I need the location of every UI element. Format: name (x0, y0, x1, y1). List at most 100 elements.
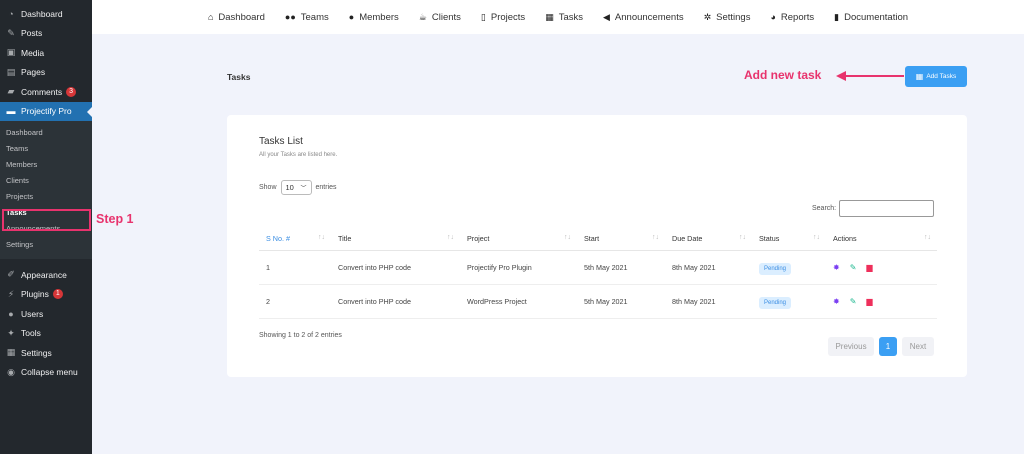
sidebar-item-dashboard[interactable]: ◔ Dashboard (0, 4, 92, 24)
status-badge: Pending (759, 262, 792, 275)
submenu-item-teams[interactable]: Teams (0, 141, 92, 157)
pages-icon: ▤ (6, 66, 16, 77)
nav-settings[interactable]: ✲ Settings (704, 12, 751, 23)
column-header-start[interactable]: Start ↑↓ (577, 228, 665, 251)
delete-trash-icon[interactable]: ▆ (866, 297, 872, 306)
submenu-item-clients[interactable]: Clients (0, 173, 92, 189)
projectify-submenu: Dashboard Teams Members Clients Projects… (0, 121, 92, 259)
column-header-title[interactable]: Title ↑↓ (331, 228, 460, 251)
sort-icon: ↑↓ (739, 234, 746, 242)
submenu-item-dashboard[interactable]: Dashboard (0, 125, 92, 141)
sidebar-item-users[interactable]: ● Users (0, 304, 92, 324)
sidebar-item-label: Tools (21, 328, 41, 339)
gears-icon: ✲ (703, 11, 712, 22)
column-label: Project (467, 234, 490, 244)
cell-start: 5th May 2021 (577, 284, 665, 319)
nav-tasks[interactable]: ▦ Tasks (545, 12, 583, 23)
table-search: Search: (812, 200, 935, 217)
column-header-project[interactable]: Project ↑↓ (460, 228, 577, 251)
cell-actions: ✸ ✎ ▆ (826, 284, 937, 319)
user-cog-icon: ● (348, 12, 355, 22)
nav-clients[interactable]: ☕ Clients (419, 12, 461, 23)
sidebar-item-pages[interactable]: ▤ Pages (0, 63, 92, 83)
sidebar-item-tools[interactable]: ✦ Tools (0, 324, 92, 344)
column-header-actions[interactable]: Actions ↑↓ (826, 228, 937, 251)
pie-chart-icon: ◕ (770, 12, 776, 22)
sidebar-item-label: Collapse menu (21, 367, 78, 378)
nav-reports[interactable]: ◕ Reports (770, 12, 814, 23)
sidebar-item-label: Settings (21, 347, 52, 358)
column-label: Start (584, 234, 600, 244)
nav-projects[interactable]: ▯ Projects (481, 12, 525, 23)
edit-pencil-icon[interactable]: ✎ (850, 297, 857, 306)
column-header-due-date[interactable]: Due Date ↑↓ (665, 228, 752, 251)
sort-icon: ↑↓ (652, 234, 659, 242)
user-icon: ● (8, 308, 14, 319)
nav-teams[interactable]: ●● Teams (285, 12, 329, 23)
sidebar-item-media[interactable]: ▣ Media (0, 43, 92, 63)
tasks-table: S No. # ↑↓ Title ↑↓ Project ↑↓ Start ↑↓ Due … (259, 228, 937, 319)
sort-icon: ↑↓ (564, 234, 571, 242)
nav-dashboard[interactable]: ⌂ Dashboard (208, 12, 265, 23)
sidebar-item-label: Projectify Pro (21, 106, 72, 117)
edit-pencil-icon[interactable]: ✎ (850, 263, 857, 272)
nav-label: Teams (300, 11, 329, 23)
entries-select[interactable]: 10 ﹀ (280, 180, 312, 195)
sort-icon: ↑↓ (924, 234, 931, 242)
nav-documentation[interactable]: ▮ Documentation (834, 12, 908, 23)
sidebar-item-posts[interactable]: ✎ Posts (0, 24, 92, 44)
column-header-status[interactable]: Status ↑↓ (752, 228, 826, 251)
add-tasks-label: Add Tasks (926, 73, 957, 80)
table-row: 2 Convert into PHP code WordPress Projec… (259, 284, 937, 319)
search-input[interactable] (839, 200, 935, 217)
top-navigation: ⌂ Dashboard ●● Teams ● Members ☕ Clients ▯ Pr… (92, 0, 1024, 34)
pagination-page-button[interactable]: 1 (879, 337, 897, 356)
pagination-previous-button[interactable]: Previous (828, 337, 874, 356)
pagination-next-button[interactable]: Next (902, 337, 934, 356)
sidebar-item-label: Appearance (21, 269, 67, 280)
clipboard-icon: ▯ (480, 11, 486, 22)
sidebar-item-appearance[interactable]: ✐ Appearance (0, 265, 92, 285)
nav-label: Members (359, 11, 399, 23)
column-header-sno[interactable]: S No. # ↑↓ (259, 228, 331, 251)
submenu-item-projects[interactable]: Projects (0, 189, 92, 205)
submenu-item-settings[interactable]: Settings (0, 237, 92, 253)
nav-label: Documentation (844, 11, 909, 23)
book-icon: ▮ (834, 11, 840, 22)
users-icon: ●● (284, 12, 296, 22)
media-icon: ▣ (6, 47, 16, 58)
nav-announcements[interactable]: ◀ Announcements (603, 12, 684, 23)
cell-actions: ✸ ✎ ▆ (826, 250, 937, 285)
column-label: Actions (833, 234, 857, 244)
nav-label: Tasks (558, 11, 583, 23)
cell-title: Convert into PHP code (331, 250, 460, 285)
show-label: Show (259, 184, 277, 191)
view-gear-icon[interactable]: ✸ (833, 297, 840, 306)
sidebar-item-plugins[interactable]: ⚡ Plugins 1 (0, 285, 92, 305)
cell-status: Pending (752, 284, 826, 319)
entries-value: 10 (285, 183, 294, 192)
annotation-arrow-icon (836, 71, 904, 81)
view-gear-icon[interactable]: ✸ (833, 263, 840, 272)
sidebar-top-group: ◔ Dashboard ✎ Posts ▣ Media ▤ Pages ▰ Comment… (0, 0, 92, 121)
submenu-item-members[interactable]: Members (0, 157, 92, 173)
status-badge: Pending (759, 296, 792, 309)
sidebar-item-comments[interactable]: ▰ Comments 3 (0, 82, 92, 102)
table-info: Showing 1 to 2 of 2 entries (259, 332, 342, 339)
sidebar-collapse-menu[interactable]: ◉ Collapse menu (0, 363, 92, 383)
cell-due-date: 8th May 2021 (665, 284, 752, 319)
cell-start: 5th May 2021 (577, 250, 665, 285)
sidebar-item-label: Dashboard (21, 8, 63, 19)
nav-label: Dashboard (218, 11, 265, 23)
megaphone-icon: ◀ (603, 11, 610, 22)
table-header-row: S No. # ↑↓ Title ↑↓ Project ↑↓ Start ↑↓ Due … (259, 228, 937, 251)
plugins-count-badge: 1 (52, 289, 63, 300)
add-tasks-button[interactable]: ▦ Add Tasks (905, 66, 967, 87)
sidebar-item-projectify-pro[interactable]: ▬ Projectify Pro (0, 101, 92, 121)
delete-trash-icon[interactable]: ▆ (866, 263, 872, 272)
cell-project: WordPress Project (460, 284, 577, 319)
sidebar-item-settings[interactable]: ▦ Settings (0, 343, 92, 363)
sidebar-item-label: Plugins (21, 289, 49, 300)
nav-members[interactable]: ● Members (349, 12, 399, 23)
nav-label: Announcements (614, 11, 684, 23)
